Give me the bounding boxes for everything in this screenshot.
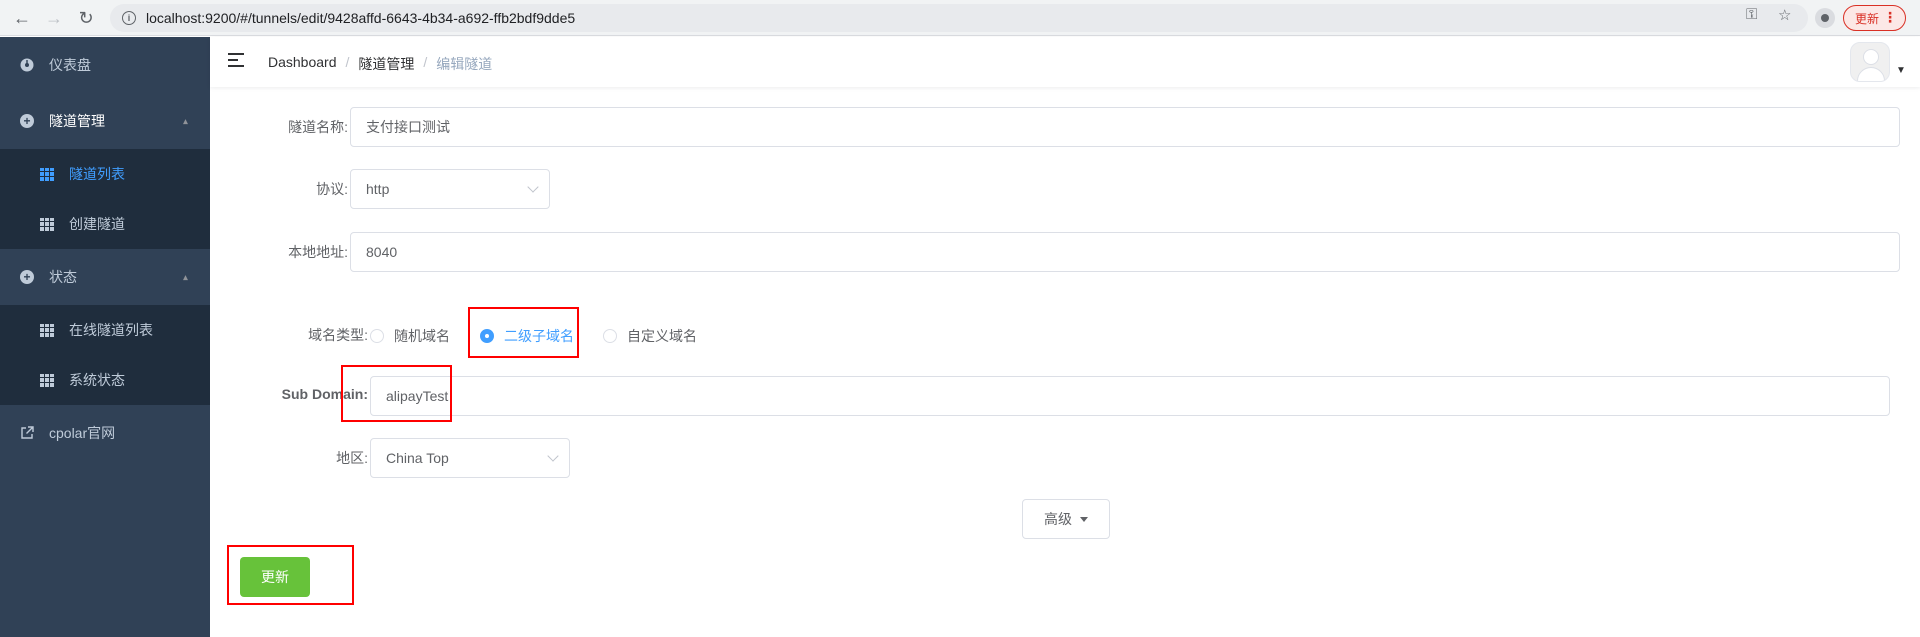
sidebar-item-label: 在线隧道列表 [69,322,153,338]
back-icon[interactable]: ← [10,6,34,30]
sidebar-item-label: 状态 [49,269,77,285]
sidebar-item-dashboard[interactable]: 仪表盘 [0,40,210,90]
url-text: localhost:9200/#/tunnels/edit/9428affd-6… [146,10,576,26]
sidebar-item-label: 创建隧道 [69,216,125,232]
sidebar-item-system-status[interactable]: 系统状态 [0,355,210,405]
chevron-up-icon: ▾ [182,271,188,283]
sidebar-item-tunnel-list[interactable]: 隧道列表 [0,149,210,199]
breadcrumb-separator: / [423,54,428,70]
info-icon[interactable]: i [122,11,136,25]
grid-icon [40,217,54,231]
sidebar-item-tunnel-management[interactable]: + 隧道管理 ▾ [0,96,210,146]
sidebar-item-label: 隧道列表 [69,166,125,182]
submenu-status: 在线隧道列表 系统状态 [0,305,210,405]
avatar[interactable] [1850,42,1890,82]
grid-icon [40,167,54,181]
edit-tunnel-form: 隧道名称: 支付接口测试 协议: http 本地地址: 8040 域名类型: 随… [210,87,1920,637]
sidebar-item-online-tunnels[interactable]: 在线隧道列表 [0,305,210,355]
menu-dots-icon: ⋮ [1883,9,1897,25]
star-icon[interactable]: ☆ [1778,6,1791,24]
domain-type-label: 域名类型: [308,327,368,343]
top-navbar: Dashboard / 隧道管理 / 编辑隧道 ▼ [210,37,1920,87]
dashboard-icon [20,58,34,72]
sidebar-item-label: cpolar官网 [49,425,116,441]
chevron-up-icon: ▾ [182,115,188,127]
radio-random-domain[interactable]: 随机域名 [370,326,450,346]
chevron-down-icon [527,181,539,193]
protocol-value: http [366,181,390,197]
local-address-value: 8040 [366,244,398,260]
caret-down-icon[interactable]: ▼ [1896,65,1906,76]
sidebar: 仪表盘 + 隧道管理 ▾ 隧道列表 创建隧道 + 状态 ▾ 在线隧道列表 系统状… [0,37,210,637]
region-select[interactable]: China Top [370,438,570,478]
protocol-select[interactable]: http [350,169,550,209]
highlight-box-subdomain-radio [468,307,579,358]
tunnel-name-label: 隧道名称: [288,119,348,135]
browser-update-label: 更新 [1855,11,1880,26]
plus-circle-icon: + [20,270,34,284]
highlight-box-update-button [227,545,354,605]
subdomain-input[interactable]: alipayTest [370,376,1890,416]
grid-icon [40,323,54,337]
tunnel-name-input[interactable]: 支付接口测试 [350,107,1900,147]
advanced-label: 高级 [1044,511,1072,527]
grid-icon [40,373,54,387]
chevron-down-icon [547,450,559,462]
breadcrumb-tunnel-management[interactable]: 隧道管理 [358,54,414,74]
reload-icon[interactable]: ↻ [74,6,98,30]
sidebar-item-label: 隧道管理 [49,113,105,129]
advanced-button[interactable]: 高级 [1022,499,1110,539]
sidebar-item-create-tunnel[interactable]: 创建隧道 [0,199,210,249]
browser-update-button[interactable]: 更新 ⋮ [1843,5,1906,31]
key-icon[interactable]: ⚿ [1746,6,1757,23]
plus-circle-icon: + [20,114,34,128]
radio-circle [603,329,617,343]
breadcrumb-current: 编辑隧道 [436,56,493,72]
sidebar-item-label: 仪表盘 [49,57,91,73]
menu-toggle-icon[interactable] [228,53,244,67]
sidebar-item-label: 系统状态 [69,372,125,388]
forward-icon[interactable]: → [42,6,66,30]
sidebar-item-cpolar-site[interactable]: cpolar官网 [0,408,210,458]
breadcrumb-dashboard[interactable]: Dashboard [268,54,337,74]
highlight-box-subdomain-input [341,365,452,422]
caret-down-icon [1080,516,1088,522]
radio-label: 自定义域名 [627,328,697,344]
sidebar-item-status[interactable]: + 状态 ▾ [0,252,210,302]
browser-toolbar: ← → ↻ i localhost:9200/#/tunnels/edit/94… [0,0,1920,36]
protocol-label: 协议: [316,181,348,197]
tunnel-name-value: 支付接口测试 [366,119,450,135]
profile-icon[interactable] [1815,8,1835,28]
external-link-icon [21,426,34,439]
radio-custom-domain[interactable]: 自定义域名 [603,326,697,346]
radio-label: 随机域名 [394,328,450,344]
submenu-tunnels: 隧道列表 创建隧道 [0,149,210,249]
radio-circle [370,329,384,343]
address-bar[interactable]: i localhost:9200/#/tunnels/edit/9428affd… [110,4,1808,32]
breadcrumb-separator: / [345,54,350,70]
breadcrumb: Dashboard / 隧道管理 / 编辑隧道 [268,54,492,74]
local-address-input[interactable]: 8040 [350,232,1900,272]
region-label: 地区: [336,450,368,466]
local-address-label: 本地地址: [288,244,348,260]
region-value: China Top [386,450,449,466]
